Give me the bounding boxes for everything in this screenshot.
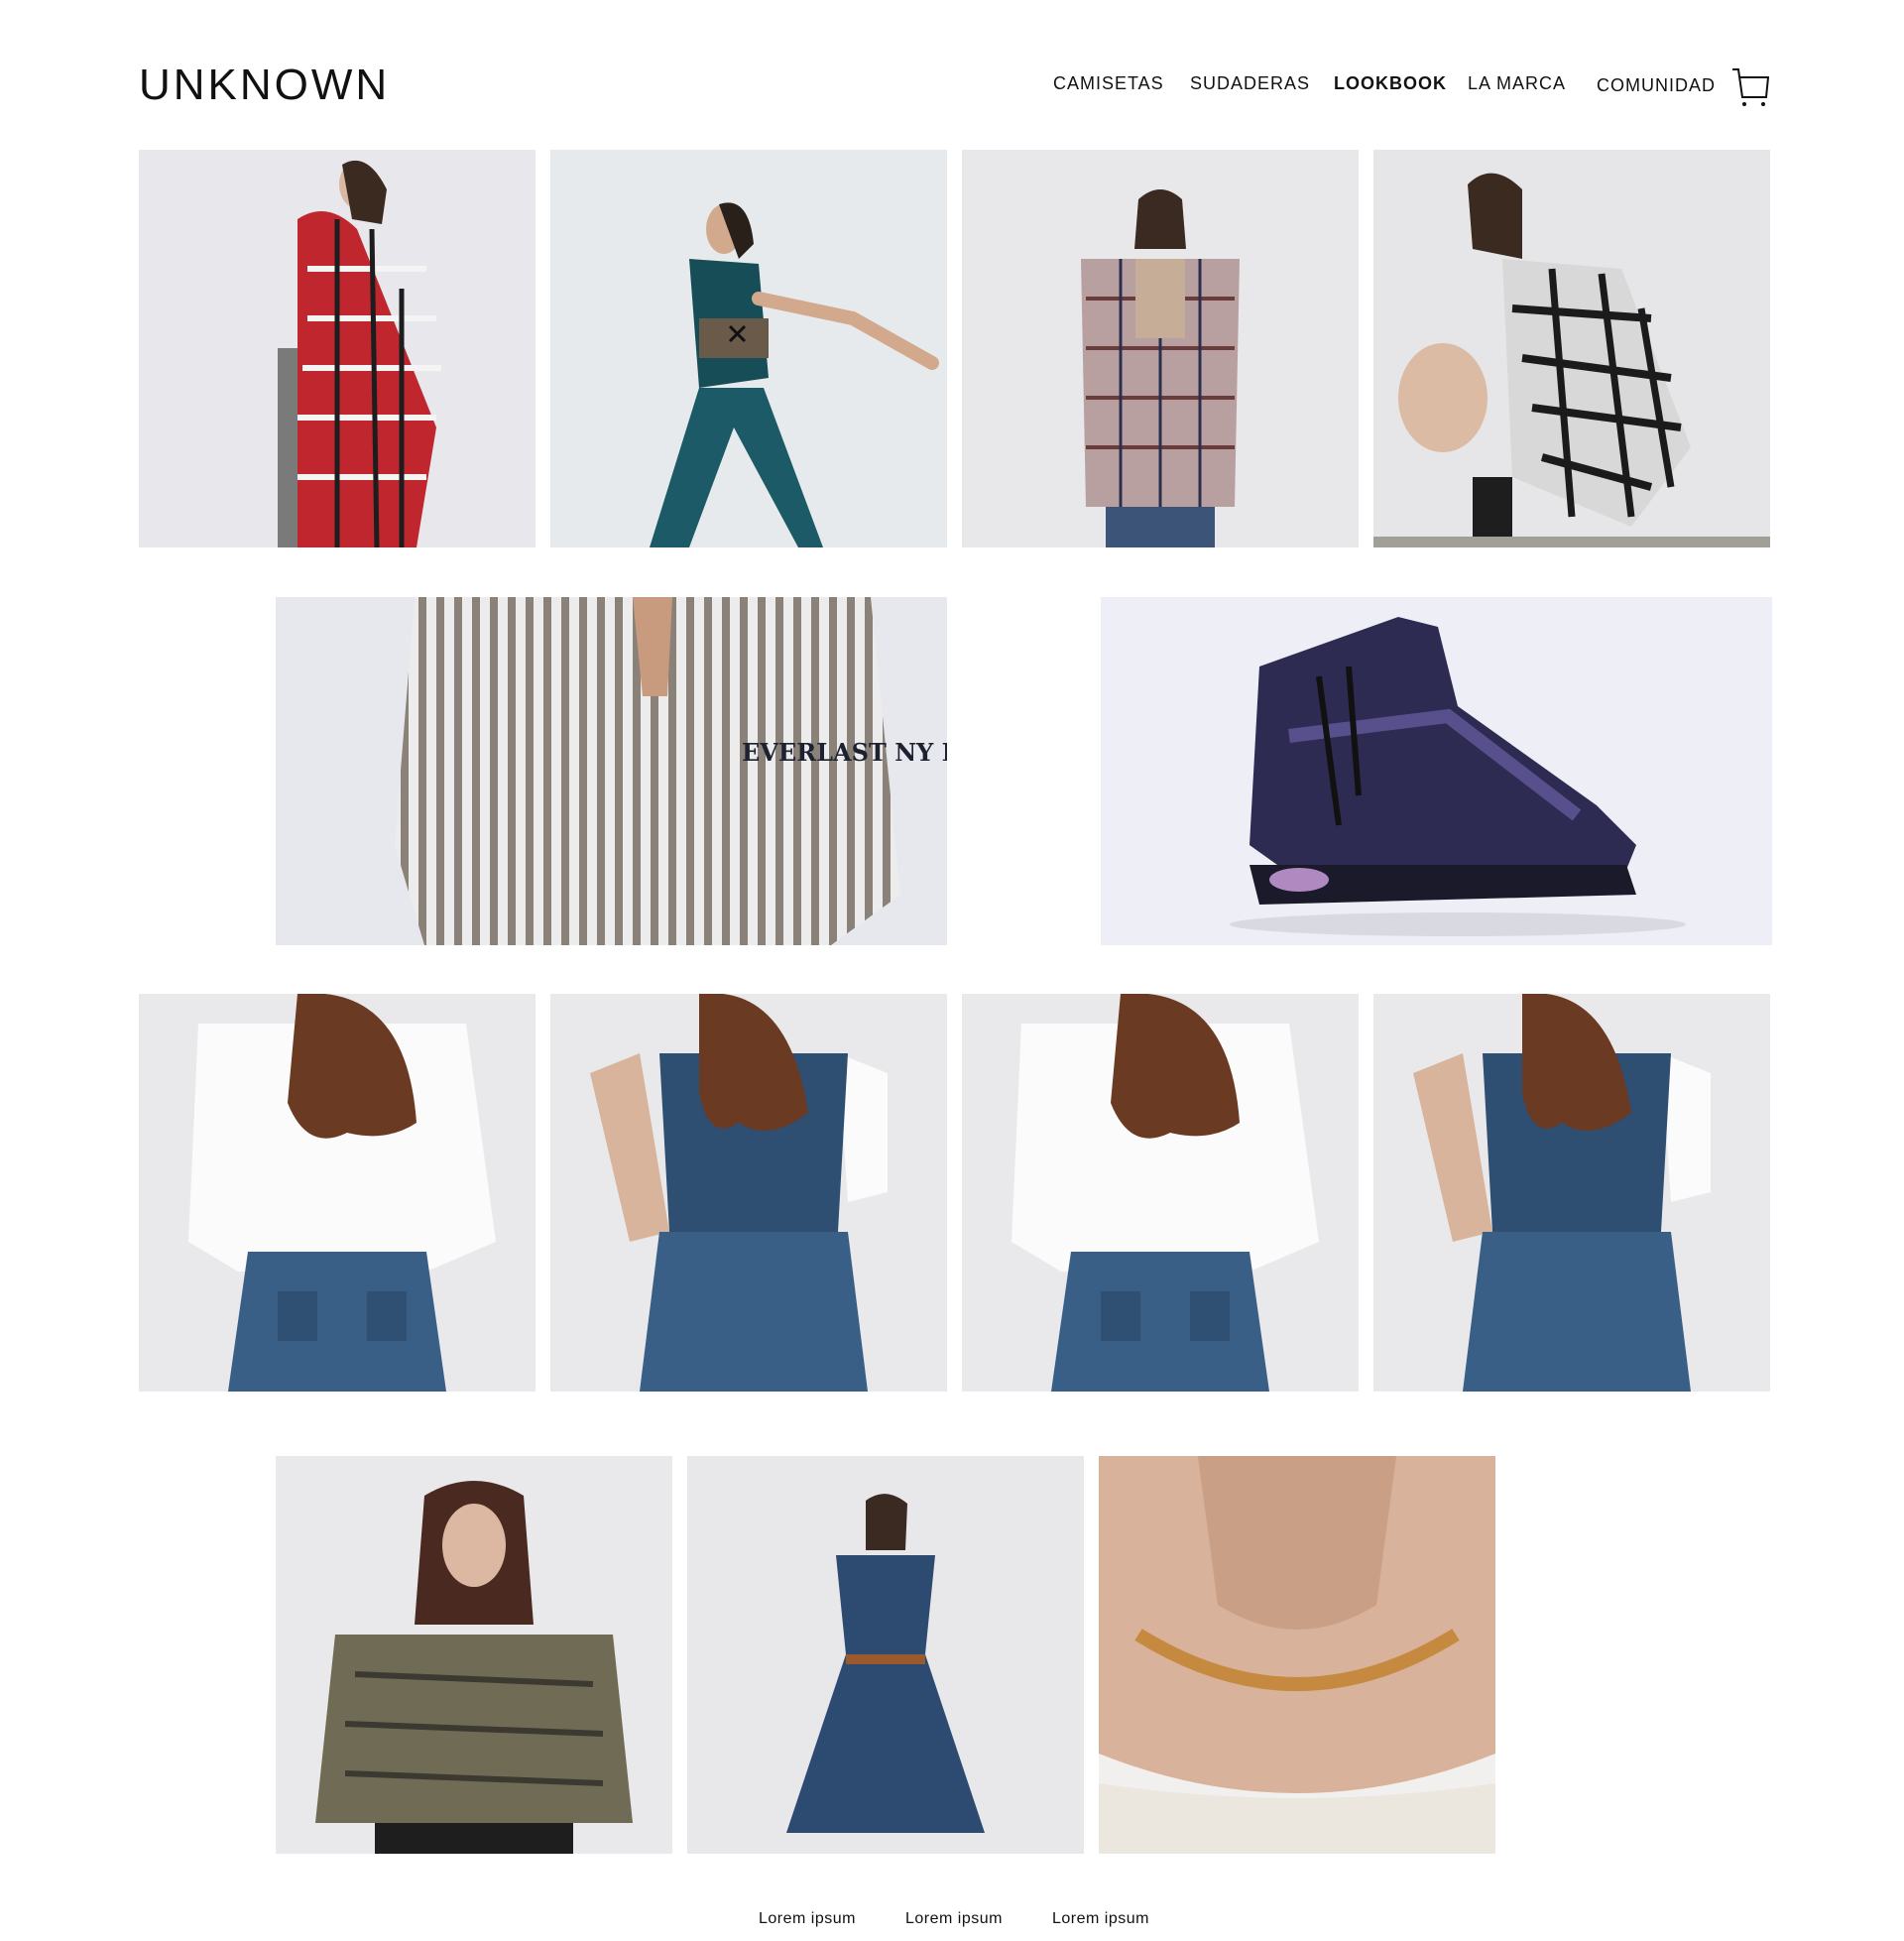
nav-camisetas[interactable]: CAMISETAS [1053,73,1164,94]
lookbook-photo-denim-vest-jeans-back-1[interactable] [550,994,947,1392]
shirt-print-label: EVERLAST NY BRONX 1910 [742,738,947,767]
lookbook-photo-teal-satin-outfit[interactable] [550,150,947,547]
lookbook-photo-white-shirt-jeans-back-1[interactable] [139,994,536,1392]
footer-link-1[interactable]: Lorem ipsum [759,1910,856,1928]
nav-comunidad[interactable]: COMUNIDAD [1597,75,1716,96]
lookbook-photo-white-shirt-jeans-back-2[interactable] [962,994,1359,1392]
lookbook-photo-black-white-plaid-jacket[interactable] [1373,150,1770,547]
lookbook-photo-denim-shirt-dress[interactable] [687,1456,1084,1854]
lookbook-photo-snake-print-blouse[interactable] [276,1456,672,1854]
lookbook-photo-gold-chain-necklace[interactable] [1099,1456,1495,1854]
shopping-cart-icon[interactable] [1730,65,1770,109]
footer-link-3[interactable]: Lorem ipsum [1052,1910,1149,1928]
nav-lookbook[interactable]: LOOKBOOK [1334,73,1447,94]
nav-la-marca[interactable]: LA MARCA [1468,73,1566,94]
footer: Lorem ipsum Lorem ipsum Lorem ipsum [0,1910,1904,1934]
lookbook-photo-striped-shirt-closeup[interactable]: EVERLAST NY BRONX 1910 [276,597,947,945]
footer-link-2[interactable]: Lorem ipsum [905,1910,1003,1928]
lookbook-photo-pink-plaid-overshirt[interactable] [962,150,1359,547]
nav-sudaderas[interactable]: SUDADERAS [1190,73,1310,94]
svg-text:EVERLAST NY BRONX 1910: EVERLAST NY BRONX 1910 [742,738,947,767]
lookbook-photo-red-plaid-coat[interactable] [139,150,536,547]
lookbook-photo-iridescent-sneaker[interactable] [1101,597,1772,945]
lookbook-photo-denim-vest-jeans-back-2[interactable] [1373,994,1770,1392]
lookbook-page: UNKNOWN CAMISETAS SUDADERAS LOOKBOOK LA … [0,0,1904,1941]
brand-logo[interactable]: UNKNOWN [139,58,390,113]
